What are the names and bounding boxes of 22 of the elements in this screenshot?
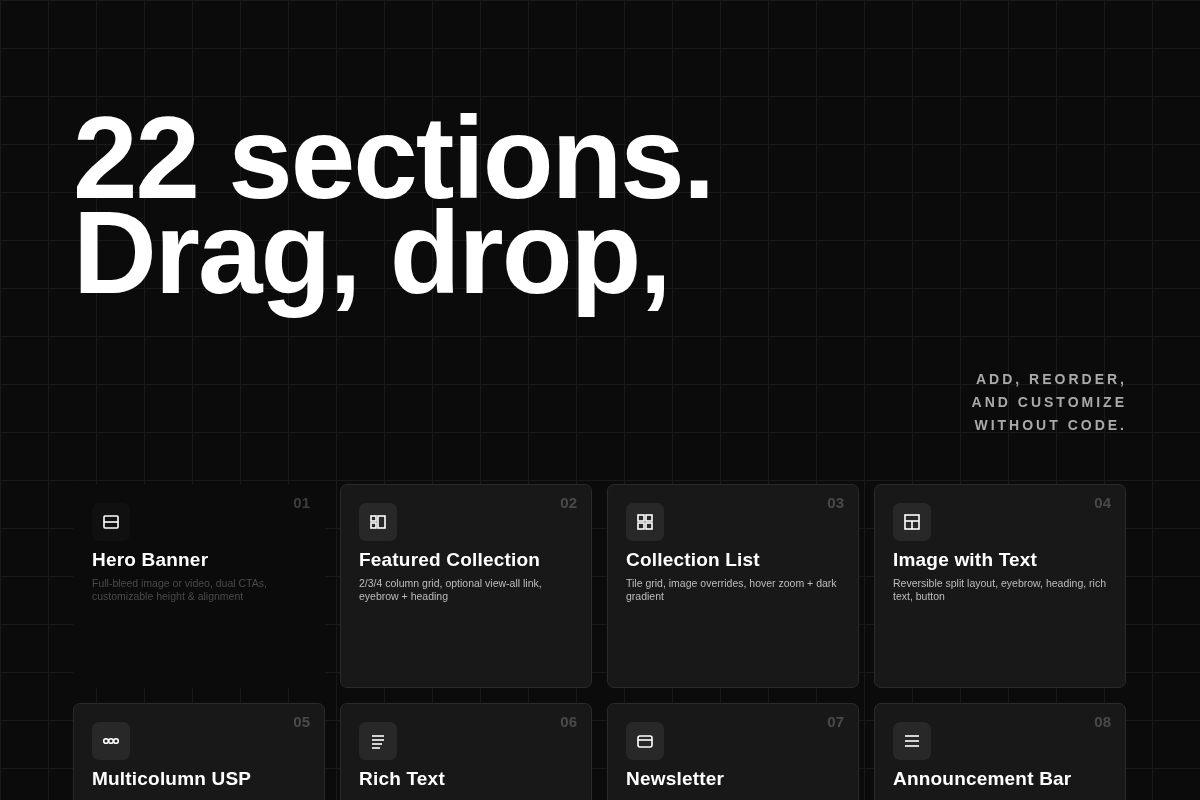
banner-icon [102, 513, 120, 531]
card-icon [636, 732, 654, 750]
grid-icon [636, 513, 654, 531]
section-title: Newsletter [626, 768, 726, 790]
section-title: Rich Text [359, 768, 446, 790]
section-title: Featured Collection [359, 549, 542, 571]
section-title: Multicolumn USP [92, 768, 253, 790]
section-description: Tile grid, image overrides, hover zoom + dark gradient [626, 577, 838, 603]
menu-icon [903, 732, 921, 750]
section-title: Hero Banner [92, 549, 210, 571]
text-icon [369, 732, 387, 750]
section-title: Announcement Bar [893, 768, 1073, 790]
layout-icon [369, 513, 387, 531]
tagline: ADD, REORDER, [976, 370, 1127, 389]
section-description: 2/3/4 column grid, optional view-all link, eyebrow + heading [359, 577, 543, 603]
section-description: Full-bleed image or video, dual CTAs, customizable height & alignment [92, 577, 268, 603]
tagline: WITHOUT CODE. [974, 416, 1127, 435]
tagline: AND CUSTOMIZE [971, 393, 1127, 412]
section-description: Reversible split layout, eyebrow, heading, rich text, button [893, 577, 1107, 603]
layout-icon [903, 513, 921, 531]
section-title: Image with Text [893, 549, 1039, 571]
section-title: Collection List [626, 549, 761, 571]
